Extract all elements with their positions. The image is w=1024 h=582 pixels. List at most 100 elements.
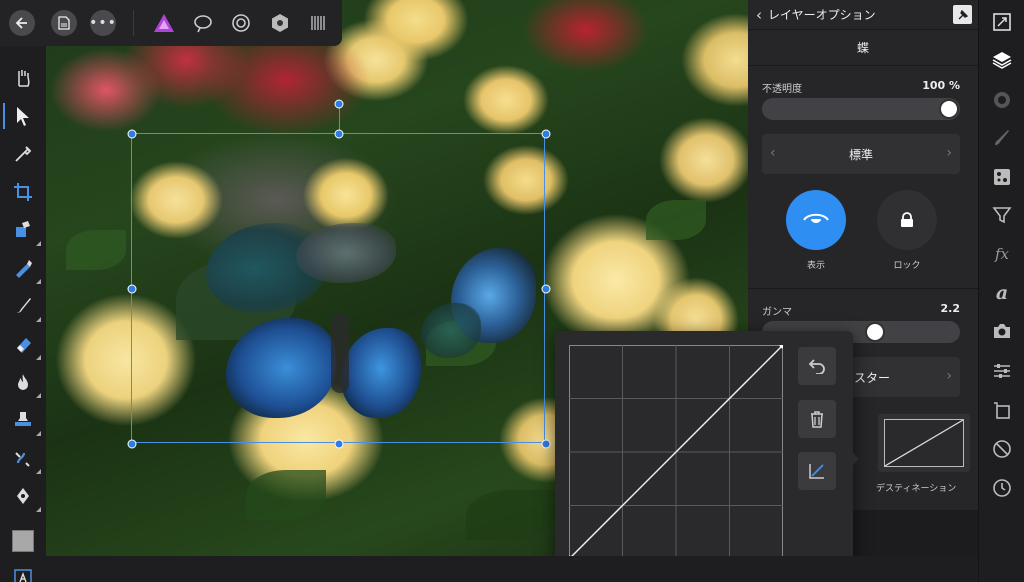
- blend-mode-value: 標準: [848, 147, 873, 162]
- tone-map-persona-button[interactable]: [269, 12, 291, 34]
- document-button[interactable]: [51, 10, 77, 36]
- back-chevron-icon[interactable]: ‹: [756, 6, 762, 24]
- transform-button[interactable]: [990, 399, 1014, 423]
- sliders-button[interactable]: [990, 359, 1014, 383]
- more-button[interactable]: •••: [89, 10, 116, 36]
- healing-icon: [15, 452, 30, 467]
- hand-tool[interactable]: [11, 66, 35, 90]
- lock-icon: [901, 212, 913, 227]
- eraser-icon: [17, 338, 31, 353]
- healing-tool[interactable]: [11, 446, 41, 474]
- panel-header-title: レイヤーオプション: [768, 8, 876, 22]
- resize-handle-top-right[interactable]: [541, 129, 551, 139]
- blocked-icon: [993, 440, 1011, 458]
- arrow-left-icon: [15, 17, 27, 29]
- crop-icon: [14, 183, 32, 201]
- opacity-slider[interactable]: [762, 98, 960, 120]
- trash-icon: [811, 411, 823, 428]
- opacity-slider-knob[interactable]: [939, 99, 959, 119]
- rotation-handle[interactable]: [334, 99, 344, 109]
- paint-brush-tool[interactable]: [11, 294, 41, 322]
- curve-reset-icon: [809, 464, 824, 479]
- eyedropper-icon: [15, 146, 32, 162]
- move-tool[interactable]: [11, 104, 35, 128]
- resize-handle-bottom-left[interactable]: [127, 439, 137, 449]
- pen-tool[interactable]: [11, 484, 41, 512]
- delete-point-button[interactable]: [798, 400, 836, 438]
- adjustments-button[interactable]: [990, 165, 1014, 189]
- brushes-button[interactable]: [990, 126, 1014, 150]
- sliders-icon: [994, 364, 1010, 378]
- visibility-toggle[interactable]: [786, 190, 846, 250]
- undo-button[interactable]: [798, 347, 836, 385]
- paint-brush-icon: [16, 298, 31, 313]
- fx-icon: fx: [994, 245, 1009, 263]
- text-tool[interactable]: [11, 566, 35, 582]
- lock-toggle[interactable]: [877, 190, 937, 250]
- undo-icon: [808, 359, 825, 374]
- liquify-persona-button[interactable]: [192, 12, 214, 34]
- history-button[interactable]: [990, 476, 1014, 500]
- transform-icon: [994, 402, 1010, 419]
- top-toolbar: •••: [0, 0, 342, 46]
- layers-icon: [992, 52, 1012, 69]
- selection-brush-tool[interactable]: [11, 218, 41, 246]
- layers-button[interactable]: [990, 48, 1014, 72]
- brushes-icon: [995, 130, 1009, 145]
- blend-mode-selector[interactable]: ‹ 標準 ›: [762, 134, 960, 174]
- back-button[interactable]: [9, 10, 35, 36]
- channels-icon: [994, 92, 1010, 108]
- erase-brush-tool[interactable]: [11, 332, 41, 360]
- navigator-button[interactable]: [990, 10, 1014, 34]
- reset-curve-button[interactable]: [798, 452, 836, 490]
- flood-select-tool[interactable]: [11, 256, 41, 284]
- chevron-right-icon[interactable]: ›: [946, 145, 952, 161]
- export-persona-button[interactable]: [307, 12, 329, 34]
- flood-select-icon: [16, 260, 32, 278]
- curve-graph[interactable]: [569, 345, 783, 559]
- clone-tool[interactable]: [11, 408, 41, 436]
- camera-button[interactable]: [990, 319, 1014, 343]
- text-tool-icon: [14, 569, 32, 582]
- export-persona-icon: [311, 16, 325, 30]
- resize-handle-top-left[interactable]: [127, 129, 137, 139]
- color-swatch[interactable]: [11, 529, 35, 553]
- filters-button[interactable]: [990, 203, 1014, 227]
- crop-tool[interactable]: [11, 180, 35, 204]
- resize-handle-bottom[interactable]: [334, 439, 344, 449]
- gamma-slider-knob[interactable]: [865, 322, 886, 342]
- resize-handle-top[interactable]: [334, 129, 344, 139]
- chevron-left-icon[interactable]: ‹: [770, 145, 776, 161]
- dodge-burn-tool[interactable]: [11, 370, 41, 398]
- camera-icon: [994, 324, 1010, 338]
- blocked-button[interactable]: [990, 437, 1014, 461]
- fx-button[interactable]: fx: [990, 242, 1014, 266]
- history-icon: [993, 479, 1011, 497]
- chevron-right-icon[interactable]: ›: [946, 368, 952, 384]
- eye-icon: [803, 213, 829, 223]
- gamma-value: 2.2: [940, 302, 961, 315]
- photo-persona-button[interactable]: [153, 12, 175, 34]
- resize-handle-bottom-right[interactable]: [541, 439, 551, 449]
- channels-button[interactable]: [990, 88, 1014, 112]
- blend-ranges-curve-popup: [555, 331, 859, 575]
- move-arrow-icon: [17, 107, 29, 126]
- develop-persona-button[interactable]: [230, 12, 252, 34]
- filters-icon: [992, 207, 1012, 224]
- flame-icon: [18, 374, 28, 390]
- pin-button[interactable]: [953, 5, 972, 24]
- gamma-label: ガンマ: [762, 307, 792, 318]
- color-picker-tool[interactable]: [11, 142, 35, 166]
- adjustments-icon: [994, 169, 1010, 185]
- text-styles-button[interactable]: a: [990, 281, 1014, 305]
- opacity-value: 100 %: [922, 79, 960, 92]
- resize-handle-left[interactable]: [127, 284, 137, 294]
- destination-curve-thumbnail[interactable]: [878, 414, 970, 472]
- liquify-persona-icon: [194, 15, 212, 33]
- destination-label: デスティネーション: [876, 484, 957, 494]
- resize-handle-right[interactable]: [541, 284, 551, 294]
- selection-bounding-box[interactable]: [127, 99, 551, 449]
- lock-label: ロック: [893, 261, 921, 271]
- navigator-icon: [993, 13, 1011, 31]
- stamp-icon: [15, 412, 31, 426]
